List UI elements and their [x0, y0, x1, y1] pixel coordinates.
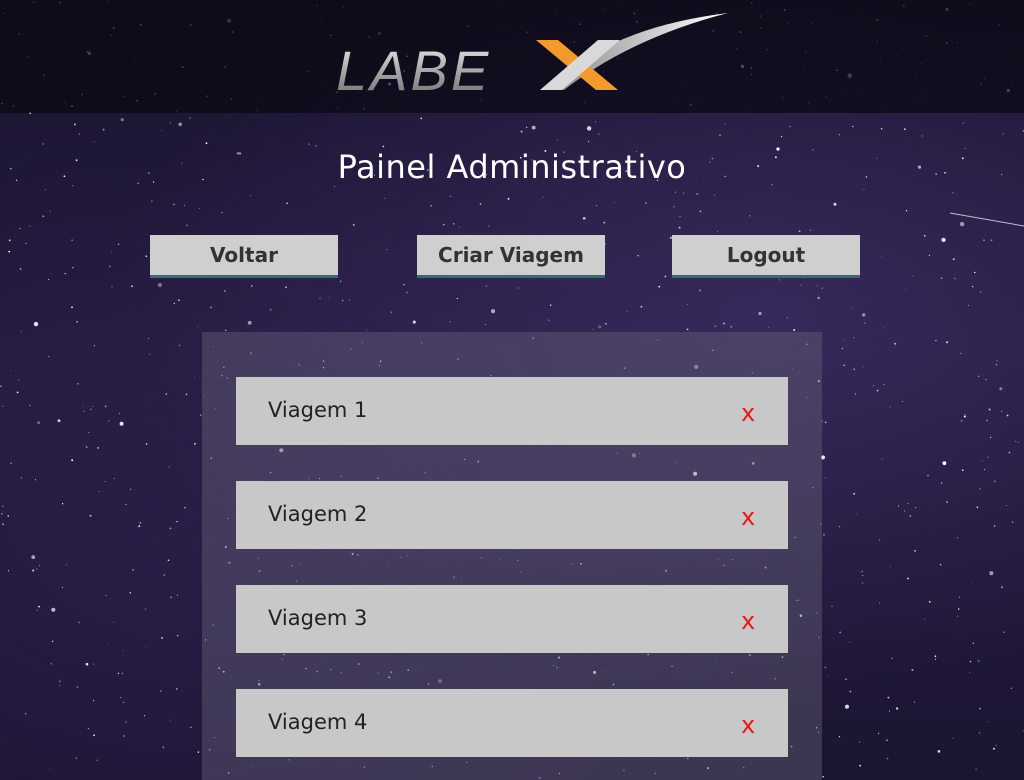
- trip-item[interactable]: Viagem 4 x: [236, 689, 788, 757]
- logout-button[interactable]: Logout: [672, 235, 860, 278]
- delete-trip-button[interactable]: x: [741, 711, 755, 739]
- delete-trip-button[interactable]: x: [741, 399, 755, 427]
- trip-name: Viagem 3: [268, 606, 368, 630]
- trip-item[interactable]: Viagem 1 x: [236, 377, 788, 445]
- page-title: Painel Administrativo: [337, 148, 687, 186]
- trip-name: Viagem 2: [268, 502, 368, 526]
- header-bar: LABE: [0, 0, 1024, 113]
- delete-trip-button[interactable]: x: [741, 503, 755, 531]
- delete-trip-button[interactable]: x: [741, 607, 755, 635]
- trip-item[interactable]: Viagem 2 x: [236, 481, 788, 549]
- trip-name: Viagem 1: [268, 398, 368, 422]
- create-trip-button[interactable]: Criar Viagem: [417, 235, 605, 278]
- trip-name: Viagem 4: [268, 710, 368, 734]
- trip-list-panel: Viagem 1 x Viagem 2 x Viagem 3 x Viagem …: [202, 332, 822, 780]
- back-button[interactable]: Voltar: [150, 235, 338, 278]
- labex-logo: LABE: [336, 13, 728, 100]
- trip-item[interactable]: Viagem 3 x: [236, 585, 788, 653]
- svg-text:LABE: LABE: [336, 39, 491, 100]
